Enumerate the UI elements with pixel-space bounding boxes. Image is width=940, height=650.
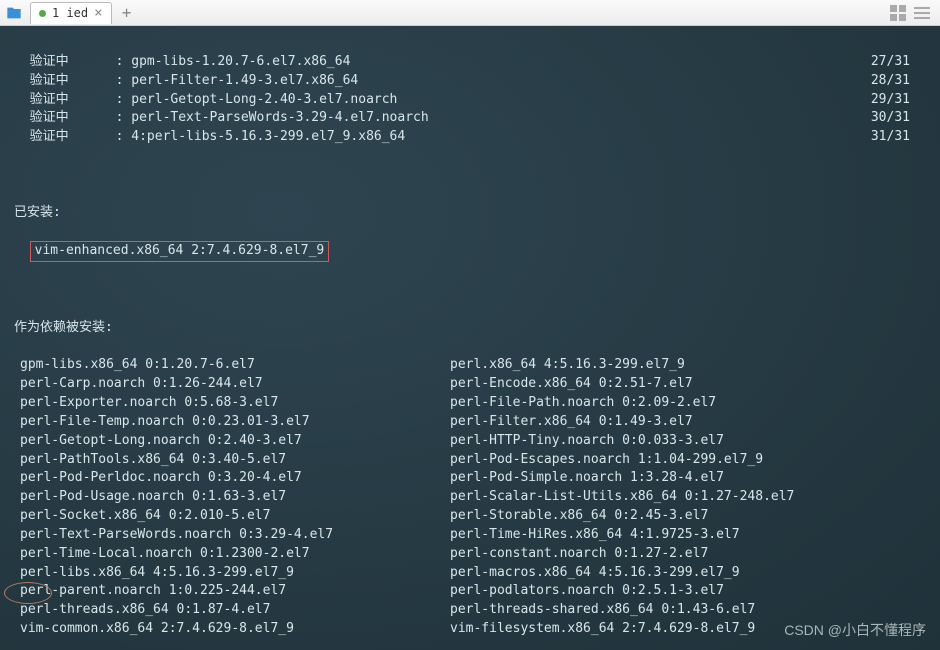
dep-item: perl-File-Path.noarch 0:2.09-2.el7	[450, 394, 926, 413]
dep-item: perl.x86_64 4:5.16.3-299.el7_9	[450, 356, 926, 375]
dep-item: perl-threads.x86_64 0:1.87-4.el7	[20, 601, 450, 620]
dep-item: perl-Storable.x86_64 0:2.45-3.el7	[450, 507, 926, 526]
dep-item: perl-Socket.x86_64 0:2.010-5.el7	[20, 507, 450, 526]
verify-count: 30/31	[871, 109, 926, 128]
dep-item: perl-podlators.noarch 0:2.5.1-3.el7	[450, 582, 926, 601]
dep-item: perl-Pod-Escapes.noarch 1:1.04-299.el7_9	[450, 451, 926, 470]
folder-icon[interactable]	[4, 3, 24, 23]
dep-item: perl-HTTP-Tiny.noarch 0:0.033-3.el7	[450, 432, 926, 451]
dep-item: perl-File-Temp.noarch 0:0.23.01-3.el7	[20, 413, 450, 432]
deps-list: gpm-libs.x86_64 0:1.20.7-6.el7perl.x86_6…	[20, 356, 926, 639]
dep-item: perl-Carp.noarch 0:1.26-244.el7	[20, 375, 450, 394]
verify-row: 验证中 : 4:perl-libs-5.16.3-299.el7_9.x86_6…	[14, 128, 926, 147]
dep-item: perl-macros.x86_64 4:5.16.3-299.el7_9	[450, 564, 926, 583]
dep-item: perl-Pod-Usage.noarch 0:1.63-3.el7	[20, 488, 450, 507]
dep-item: perl-Getopt-Long.noarch 0:2.40-3.el7	[20, 432, 450, 451]
dep-item: perl-Filter.x86_64 0:1.49-3.el7	[450, 413, 926, 432]
installed-package: vim-enhanced.x86_64 2:7.4.629-8.el7_9	[30, 241, 330, 262]
dep-item: perl-libs.x86_64 4:5.16.3-299.el7_9	[20, 564, 450, 583]
verify-pkg: 验证中 : perl-Getopt-Long-2.40-3.el7.noarch	[14, 91, 397, 110]
verify-count: 28/31	[871, 72, 926, 91]
verify-row: 验证中 : perl-Getopt-Long-2.40-3.el7.noarch…	[14, 91, 926, 110]
verify-row: 验证中 : gpm-libs-1.20.7-6.el7.x86_64 27/31	[14, 53, 926, 72]
verify-row: 验证中 : perl-Filter-1.49-3.el7.x86_64 28/31	[14, 72, 926, 91]
status-dot-icon	[39, 10, 46, 17]
dep-item: perl-Encode.x86_64 0:2.51-7.el7	[450, 375, 926, 394]
verify-count: 29/31	[871, 91, 926, 110]
dep-item: perl-constant.noarch 0:1.27-2.el7	[450, 545, 926, 564]
dep-item: perl-Exporter.noarch 0:5.68-3.el7	[20, 394, 450, 413]
dep-item: gpm-libs.x86_64 0:1.20.7-6.el7	[20, 356, 450, 375]
dep-item: perl-threads-shared.x86_64 0:1.43-6.el7	[450, 601, 926, 620]
verify-pkg: 验证中 : gpm-libs-1.20.7-6.el7.x86_64	[14, 53, 350, 72]
menu-icon[interactable]	[914, 5, 930, 21]
watermark: CSDN @小白不懂程序	[784, 620, 926, 640]
deps-label: 作为依赖被安装:	[14, 319, 926, 338]
verify-pkg: 验证中 : 4:perl-libs-5.16.3-299.el7_9.x86_6…	[14, 128, 405, 147]
terminal-output[interactable]: 验证中 : gpm-libs-1.20.7-6.el7.x86_6427/31 …	[0, 26, 940, 650]
dep-item: vim-common.x86_64 2:7.4.629-8.el7_9	[20, 620, 450, 639]
verify-count: 27/31	[871, 53, 926, 72]
dep-item: perl-Text-ParseWords.noarch 0:3.29-4.el7	[20, 526, 450, 545]
dep-item: perl-Time-HiRes.x86_64 4:1.9725-3.el7	[450, 526, 926, 545]
close-icon[interactable]: ×	[94, 5, 102, 21]
dep-item: perl-Pod-Perldoc.noarch 0:3.20-4.el7	[20, 469, 450, 488]
verify-pkg: 验证中 : perl-Text-ParseWords-3.29-4.el7.no…	[14, 109, 429, 128]
toolbar-right	[890, 5, 936, 21]
dep-item: perl-Scalar-List-Utils.x86_64 0:1.27-248…	[450, 488, 926, 507]
dep-item: perl-Pod-Simple.noarch 1:3.28-4.el7	[450, 469, 926, 488]
new-tab-button[interactable]: +	[116, 2, 138, 24]
tab-title: 1 ied	[52, 6, 88, 20]
verify-row: 验证中 : perl-Text-ParseWords-3.29-4.el7.no…	[14, 109, 926, 128]
verify-pkg: 验证中 : perl-Filter-1.49-3.el7.x86_64	[14, 72, 358, 91]
tab-1-ied[interactable]: 1 ied ×	[30, 2, 112, 24]
installed-label: 已安装:	[14, 204, 926, 223]
verify-count: 31/31	[871, 128, 926, 147]
dep-item: perl-PathTools.x86_64 0:3.40-5.el7	[20, 451, 450, 470]
grid-view-icon[interactable]	[890, 5, 906, 21]
dep-item: perl-parent.noarch 1:0.225-244.el7	[20, 582, 450, 601]
dep-item: perl-Time-Local.noarch 0:1.2300-2.el7	[20, 545, 450, 564]
tab-bar: 1 ied × +	[0, 0, 940, 26]
